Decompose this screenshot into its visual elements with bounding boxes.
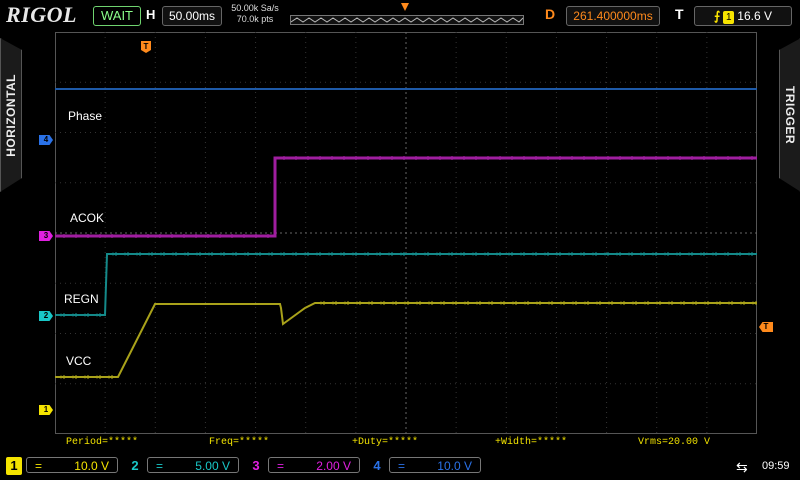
vcc-label: VCC <box>66 354 92 368</box>
brand-logo: RIGOL <box>6 2 77 27</box>
horizontal-side-tab[interactable]: HORIZONTAL <box>0 38 22 192</box>
measurement-bar: Period=***** Freq=***** +Duty=***** +Wid… <box>55 436 757 450</box>
ch1-scale: 10.0 V <box>74 459 109 473</box>
graticule <box>55 32 757 434</box>
dc-coupling-icon: = <box>156 459 164 473</box>
trigger-side-tab[interactable]: TRIGGER <box>779 38 800 192</box>
trigger-level: 16.6 V <box>737 9 772 23</box>
ch3-status[interactable]: 3 = 2.00 V <box>248 457 360 475</box>
ch3-number: 3 <box>252 458 260 473</box>
ch3-scale: 2.00 V <box>316 459 351 473</box>
trigger-tab-label: TRIGGER <box>783 85 797 145</box>
ch1-scale-box: = 10.0 V <box>26 457 118 473</box>
timebase-value[interactable]: 50.00ms <box>162 6 222 26</box>
regn-label: REGN <box>64 292 99 306</box>
phase-label: Phase <box>68 109 103 123</box>
ch1-number: 1 <box>6 457 22 475</box>
ch4-number: 4 <box>373 458 381 473</box>
ch2-offset-marker[interactable]: 2 <box>39 311 53 321</box>
top-status-bar: RIGOL WAIT H 50.00ms 50.00k Sa/s 70.0k p… <box>0 0 800 32</box>
ch3-offset-marker[interactable]: 3 <box>39 231 53 241</box>
delay-value[interactable]: 261.400000ms <box>566 6 660 26</box>
delay-label: D <box>545 6 556 22</box>
ch2-scale: 5.00 V <box>195 459 230 473</box>
trigger-position-icon <box>401 3 409 11</box>
trigger-label: T <box>675 6 684 22</box>
dc-coupling-icon: = <box>398 459 406 473</box>
acok-label: ACOK <box>70 211 105 225</box>
run-status-badge[interactable]: WAIT <box>93 6 141 26</box>
width-measurement[interactable]: +Width=***** <box>495 437 567 448</box>
ch1-status[interactable]: 1 = 10.0 V <box>6 457 118 475</box>
period-measurement[interactable]: Period=***** <box>66 437 138 448</box>
ch4-status[interactable]: 4 = 10.0 V <box>369 457 481 475</box>
clock: 09:59 <box>762 460 790 472</box>
memory-waveform-thumbnail <box>291 17 523 23</box>
memory-overview-bar[interactable] <box>290 15 524 25</box>
ch2-status[interactable]: 2 = 5.00 V <box>127 457 239 475</box>
ch4-offset-marker[interactable]: 4 <box>39 135 53 145</box>
vrms-measurement[interactable]: Vrms=20.00 V <box>638 437 710 448</box>
duty-measurement[interactable]: +Duty=***** <box>352 437 418 448</box>
usb-icon: ⇆ <box>736 459 748 475</box>
ch4-scale: 10.0 V <box>437 459 472 473</box>
sample-rate: 50.00k Sa/s <box>231 3 279 13</box>
trigger-level-marker[interactable]: T <box>759 322 773 332</box>
channel-status-bar: 1 = 10.0 V 2 = 5.00 V 3 = 2.00 V 4 = 10.0 V … <box>0 453 800 480</box>
ch3-scale-box: = 2.00 V <box>268 457 360 473</box>
horizontal-tab-label: HORIZONTAL <box>4 73 18 157</box>
dc-coupling-icon: = <box>35 459 43 473</box>
trigger-channel-badge: 1 <box>723 11 735 24</box>
ch2-scale-box: = 5.00 V <box>147 457 239 473</box>
freq-measurement[interactable]: Freq=***** <box>209 437 269 448</box>
ch1-waveform <box>55 302 757 378</box>
horizontal-label: H <box>146 7 156 22</box>
acquisition-info: 50.00k Sa/s 70.0k pts <box>226 3 284 25</box>
ch1-offset-marker[interactable]: 1 <box>39 405 53 415</box>
ch4-scale-box: = 10.0 V <box>389 457 481 473</box>
dc-coupling-icon: = <box>277 459 285 473</box>
ch2-number: 2 <box>131 458 139 473</box>
rising-edge-icon: ⨍ <box>714 9 721 23</box>
memory-depth: 70.0k pts <box>236 14 274 24</box>
waveform-display[interactable] <box>55 32 757 434</box>
trigger-settings[interactable]: ⨍ 1 16.6 V <box>694 6 792 26</box>
